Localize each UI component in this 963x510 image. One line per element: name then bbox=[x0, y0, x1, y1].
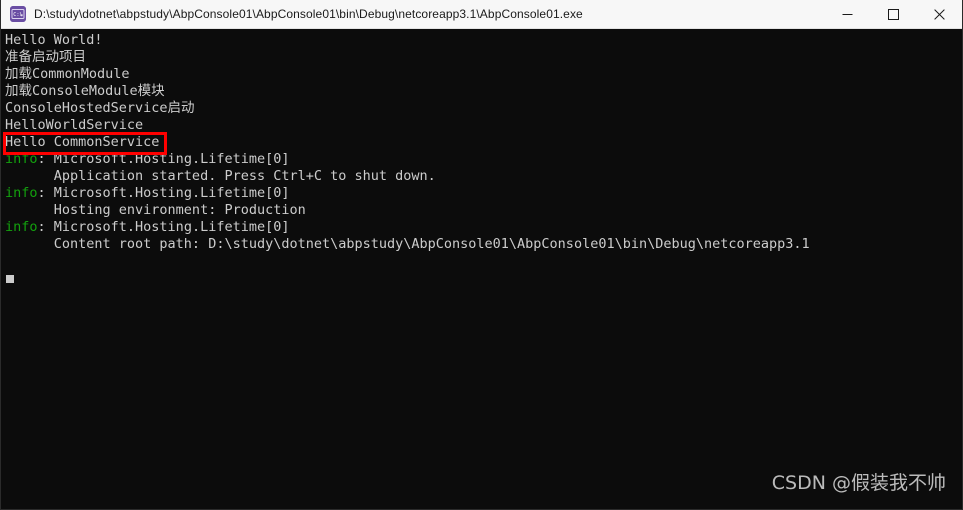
log-level-info: info bbox=[5, 151, 38, 167]
console-line: ConsoleHostedService启动 bbox=[5, 100, 195, 116]
console-text-buffer: Hello World! 准备启动项目 加载CommonModule 加载Consol… bbox=[5, 32, 810, 253]
console-line: 准备启动项目 bbox=[5, 49, 86, 65]
console-cursor bbox=[6, 275, 14, 283]
log-category: : Microsoft.Hosting.Lifetime[0] bbox=[37, 151, 290, 167]
log-level-info: info bbox=[5, 185, 38, 201]
log-category: : Microsoft.Hosting.Lifetime[0] bbox=[37, 185, 290, 201]
maximize-button[interactable] bbox=[870, 0, 916, 28]
log-category: : Microsoft.Hosting.Lifetime[0] bbox=[37, 219, 290, 235]
console-line: info: Microsoft.Hosting.Lifetime[0] bbox=[5, 185, 810, 202]
minimize-button[interactable] bbox=[824, 0, 870, 28]
window-title: D:\study\dotnet\abpstudy\AbpConsole01\Ab… bbox=[34, 7, 583, 21]
console-line: Application started. Press Ctrl+C to shu… bbox=[5, 168, 436, 184]
console-line: Hello World! bbox=[5, 32, 103, 48]
console-line: HelloWorldService bbox=[5, 117, 144, 133]
console-window: C:\ D:\study\dotnet\abpstudy\AbpConsole0… bbox=[0, 0, 963, 510]
console-line: info: Microsoft.Hosting.Lifetime[0] bbox=[5, 151, 810, 168]
watermark-text: CSDN @假装我不帅 bbox=[771, 472, 946, 494]
window-titlebar[interactable]: C:\ D:\study\dotnet\abpstudy\AbpConsole0… bbox=[1, 0, 962, 29]
close-button[interactable] bbox=[916, 0, 962, 28]
console-line: 加载ConsoleModule模块 bbox=[5, 83, 165, 99]
console-line: Hosting environment: Production bbox=[5, 202, 306, 218]
console-line: 加载CommonModule bbox=[5, 66, 130, 82]
console-app-icon: C:\ bbox=[10, 6, 26, 22]
window-controls bbox=[824, 0, 962, 28]
console-line: Hello CommonService bbox=[5, 134, 160, 150]
console-line: info: Microsoft.Hosting.Lifetime[0] bbox=[5, 219, 810, 236]
console-line: Content root path: D:\study\dotnet\abpst… bbox=[5, 236, 810, 252]
console-output-area[interactable]: Hello World! 准备启动项目 加载CommonModule 加载Consol… bbox=[1, 29, 962, 509]
log-level-info: info bbox=[5, 219, 38, 235]
